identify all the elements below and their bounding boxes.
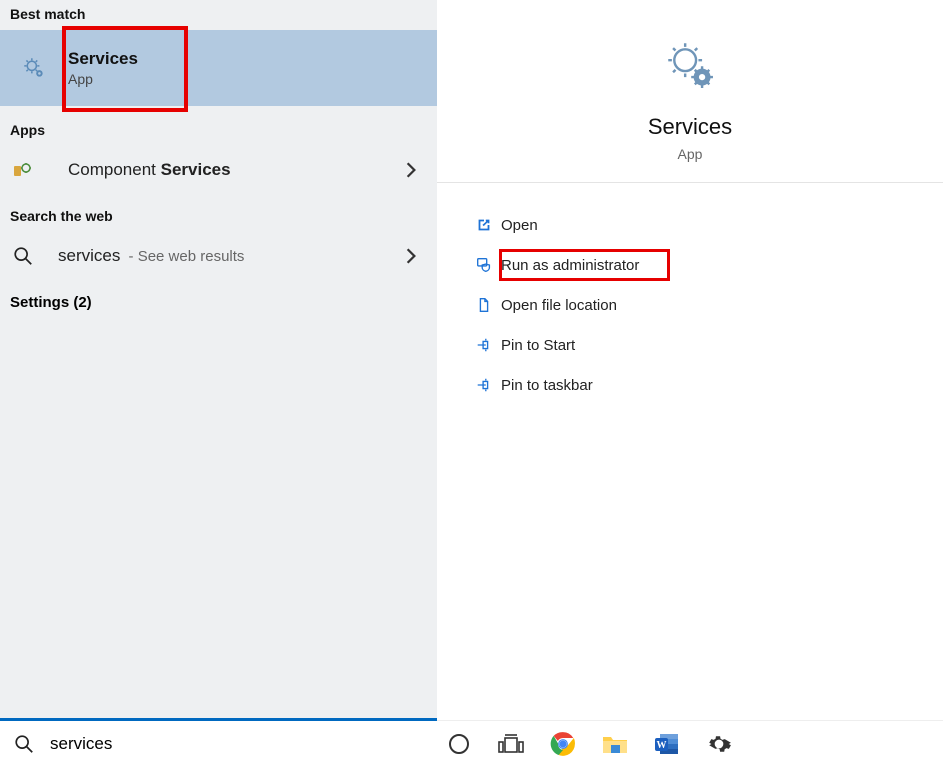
search-icon [12, 245, 58, 267]
detail-subtitle: App [678, 146, 703, 162]
component-services-icon [12, 160, 68, 180]
best-match-title: Services [68, 49, 138, 69]
action-open-label: Open [501, 217, 538, 234]
chevron-right-icon[interactable] [405, 161, 417, 179]
task-view-icon[interactable] [497, 730, 525, 758]
cortana-icon[interactable] [445, 730, 473, 758]
settings-icon[interactable] [705, 730, 733, 758]
action-pin-start-label: Pin to Start [501, 337, 575, 354]
action-pin-to-start[interactable]: Pin to Start [467, 325, 943, 365]
search-input[interactable] [48, 733, 437, 755]
web-result-services[interactable]: services - See web results [0, 232, 437, 280]
apps-result-component-services[interactable]: Component Services [0, 146, 437, 194]
web-header: Search the web [0, 194, 437, 232]
word-icon[interactable]: W [653, 730, 681, 758]
pin-icon [467, 336, 501, 354]
open-icon [467, 216, 501, 234]
file-explorer-icon[interactable] [601, 730, 629, 758]
services-gear-icon [0, 55, 68, 81]
action-run-admin-label: Run as administrator [501, 257, 639, 274]
settings-results-header[interactable]: Settings (2) [0, 280, 437, 325]
action-open[interactable]: Open [467, 205, 943, 245]
detail-title: Services [648, 114, 732, 140]
action-open-location-label: Open file location [501, 297, 617, 314]
best-match-subtitle: App [68, 71, 138, 87]
search-results-pane: Best match Services App Apps Component S… [0, 0, 437, 767]
chevron-right-icon[interactable] [405, 247, 417, 265]
action-open-file-location[interactable]: Open file location [467, 285, 943, 325]
web-result-label: services - See web results [58, 246, 244, 266]
folder-icon [467, 296, 501, 314]
action-pin-to-taskbar[interactable]: Pin to taskbar [467, 365, 943, 405]
search-icon [0, 733, 48, 755]
pin-icon [467, 376, 501, 394]
action-pin-taskbar-label: Pin to taskbar [501, 377, 593, 394]
services-large-gear-icon [661, 36, 719, 94]
chrome-icon[interactable] [549, 730, 577, 758]
action-run-as-administrator[interactable]: Run as administrator [467, 245, 943, 285]
detail-pane: Services App Open Run as administrator [437, 0, 943, 767]
search-bar[interactable] [0, 718, 437, 767]
apps-result-label: Component Services [68, 160, 231, 180]
best-match-header: Best match [0, 0, 437, 30]
svg-text:W: W [657, 740, 667, 751]
best-match-result-services[interactable]: Services App [0, 30, 437, 106]
detail-actions: Open Run as administrator Open file loca… [437, 183, 943, 405]
apps-header: Apps [0, 106, 437, 146]
shield-icon [467, 256, 501, 274]
taskbar: W [437, 720, 943, 767]
